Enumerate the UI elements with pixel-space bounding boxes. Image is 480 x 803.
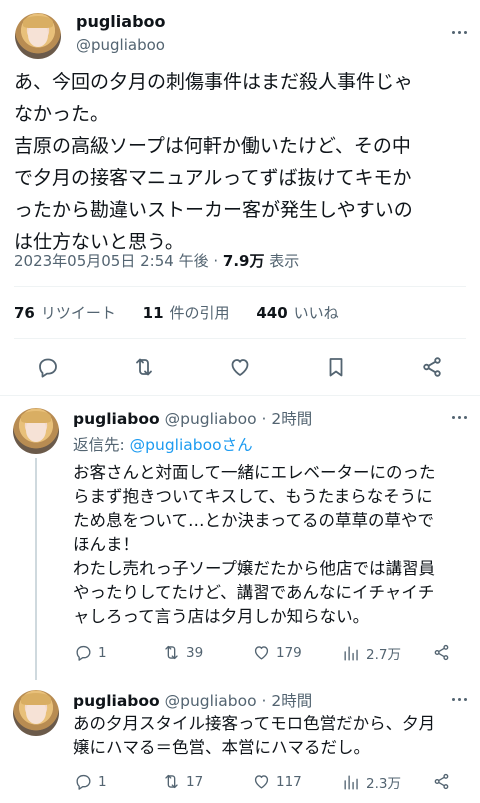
thread-line: [35, 458, 37, 680]
share-icon: [434, 644, 449, 661]
tweet-meta: 2023年05月05日 2:54 午後 · 7.9万 表示: [14, 250, 299, 271]
share-action[interactable]: [432, 643, 451, 662]
views-count: 7.9万: [222, 252, 265, 270]
reply-action[interactable]: 1: [74, 643, 107, 662]
retweet-icon: [165, 645, 178, 660]
author-handle[interactable]: @pugliaboo: [76, 36, 165, 54]
reply-to-link[interactable]: @pugliabooさん: [130, 436, 253, 454]
views-bar-icon: [344, 645, 358, 661]
reply-text: あの夕月スタイル接客ってモロ色営だから、夕月 嬢にハマる＝色営、本営にハマるだし…: [73, 714, 436, 757]
more-dots-icon[interactable]: [452, 31, 467, 34]
retweet-count: 39: [186, 644, 204, 661]
reply-to-label: 返信先:: [73, 436, 130, 454]
reply-author-meta[interactable]: @pugliaboo · 2時間: [165, 692, 313, 710]
views-action[interactable]: 2.7万: [342, 643, 401, 663]
engagement-stats: 76 リツイート 11 件の引用 440 いいね: [14, 302, 361, 323]
likes-count: 440: [256, 304, 288, 322]
avatar[interactable]: [13, 690, 59, 736]
retweet-action[interactable]: 17: [162, 772, 203, 791]
quotes-label: 件の引用: [169, 304, 230, 322]
reply-header: pugliaboo @pugliaboo · 2時間: [73, 689, 312, 711]
reply-to-line: 返信先: @pugliabooさん: [73, 433, 253, 455]
reply-count: 1: [98, 644, 107, 661]
reply-icon[interactable]: [36, 355, 60, 379]
more-dots-icon[interactable]: [452, 698, 467, 701]
like-action[interactable]: 179: [252, 643, 302, 662]
views-count: 2.7万: [366, 647, 401, 663]
likes-stat[interactable]: 440 いいね: [256, 304, 338, 322]
heart-icon[interactable]: [228, 355, 252, 379]
heart-icon: [254, 775, 269, 789]
views-action[interactable]: 2.3万: [342, 772, 401, 792]
like-count: 117: [276, 773, 302, 790]
likes-label: いいね: [293, 304, 339, 322]
retweet-count: 17: [186, 773, 204, 790]
tweet-text: あ、今回の夕月の刺傷事件はまだ殺人事件じゃ なかった。 吉原の高級ソープは何軒か…: [14, 71, 414, 253]
quotes-count: 11: [142, 304, 164, 322]
views-label: 表示: [264, 252, 300, 270]
tweet-timestamp[interactable]: 2023年05月05日 2:54 午後: [14, 252, 209, 270]
retweets-stat[interactable]: 76 リツイート: [14, 304, 116, 322]
divider: [14, 286, 466, 287]
divider: [14, 338, 466, 339]
retweet-icon[interactable]: [132, 355, 156, 379]
like-action[interactable]: 117: [252, 772, 302, 791]
reply-text: お客さんと対面して一緒にエレベーターにのった らまず抱きついてキスして、もうたま…: [73, 463, 436, 626]
like-count: 179: [276, 644, 302, 661]
retweet-icon: [165, 774, 178, 789]
bookmark-icon[interactable]: [324, 355, 348, 379]
author-name[interactable]: pugliaboo: [76, 12, 166, 31]
quotes-stat[interactable]: 11 件の引用: [143, 304, 230, 322]
reply-author-name[interactable]: pugliaboo: [73, 410, 160, 428]
reply-icon: [76, 774, 91, 790]
more-dots-icon[interactable]: [452, 416, 467, 419]
meta-separator: ·: [208, 252, 223, 270]
retweet-action[interactable]: 39: [162, 643, 203, 662]
retweets-count: 76: [14, 304, 35, 322]
share-action[interactable]: [432, 772, 451, 791]
reply-action[interactable]: 1: [74, 772, 107, 791]
reply-author-meta[interactable]: @pugliaboo · 2時間: [165, 410, 313, 428]
reply-author-name[interactable]: pugliaboo: [73, 692, 160, 710]
share-icon: [434, 773, 449, 790]
views-count: 2.3万: [366, 776, 401, 792]
avatar[interactable]: [13, 408, 59, 454]
divider: [0, 395, 480, 396]
retweets-label: リツイート: [40, 304, 116, 322]
heart-icon: [254, 646, 269, 660]
reply-count: 1: [98, 773, 107, 790]
share-icon[interactable]: [420, 355, 444, 379]
avatar[interactable]: [15, 13, 61, 59]
reply-icon: [76, 645, 91, 661]
views-bar-icon: [344, 774, 358, 790]
reply-header: pugliaboo @pugliaboo · 2時間: [73, 407, 312, 429]
